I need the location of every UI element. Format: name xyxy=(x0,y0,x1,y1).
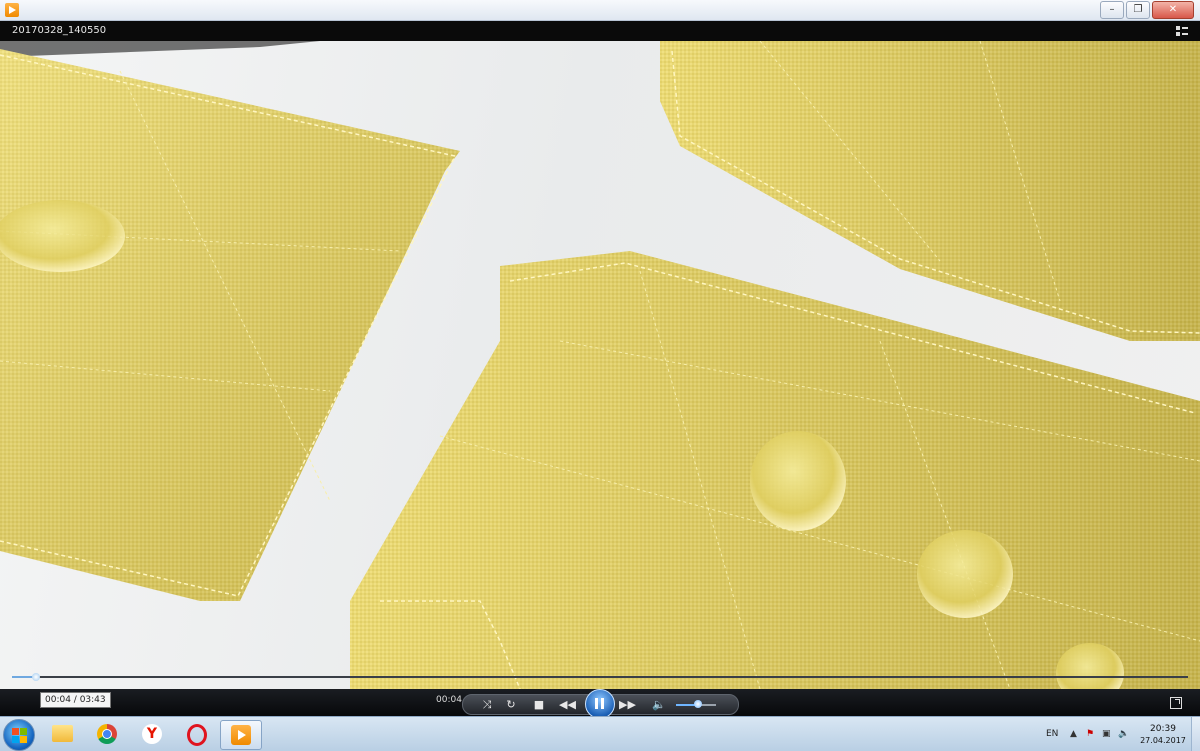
seek-tooltip: 00:04 / 03:43 xyxy=(40,692,111,708)
media-player-icon xyxy=(231,725,251,745)
start-button[interactable] xyxy=(3,719,35,751)
action-center-icon[interactable]: ⚑ xyxy=(1086,730,1095,739)
close-button[interactable]: ✕ xyxy=(1152,1,1194,19)
repeat-icon[interactable]: ↻ xyxy=(503,697,519,712)
opera-icon xyxy=(187,724,207,746)
player-control-bar: 00:04 ⤨ ↻ ■ ◀◀ ▶▶ 🔈 xyxy=(0,689,1200,719)
window-titlebar[interactable]: – ❐ ✕ xyxy=(0,0,1200,21)
tray-expand-icon[interactable]: ▲ xyxy=(1070,730,1079,739)
rewind-button[interactable]: ◀◀ xyxy=(559,697,576,712)
folder-icon xyxy=(52,725,73,742)
media-player-app-icon xyxy=(5,3,19,17)
clock-date: 27.04.2017 xyxy=(1140,736,1186,745)
yandex-browser-icon: Y xyxy=(142,724,162,744)
fast-forward-button[interactable]: ▶▶ xyxy=(619,697,636,712)
clock-time: 20:39 xyxy=(1150,724,1176,734)
network-icon[interactable]: ▣ xyxy=(1102,730,1111,739)
pause-button[interactable] xyxy=(585,689,615,719)
transport-controls: ⤨ ↻ ■ ◀◀ ▶▶ 🔈 xyxy=(462,689,739,719)
switch-to-library-icon[interactable] xyxy=(1176,26,1188,36)
taskbar-media-player[interactable] xyxy=(220,720,262,750)
taskbar-yandex[interactable]: Y xyxy=(132,720,172,748)
volume-thumb[interactable] xyxy=(694,700,702,708)
fullscreen-icon[interactable] xyxy=(1170,697,1182,709)
shuffle-icon[interactable]: ⤨ xyxy=(479,697,495,712)
volume-slider[interactable] xyxy=(676,700,716,708)
stop-button[interactable]: ■ xyxy=(531,697,547,712)
system-clock[interactable]: 20:39 27.04.2017 xyxy=(1138,724,1188,745)
taskbar-chrome[interactable] xyxy=(87,720,127,748)
minimize-button[interactable]: – xyxy=(1100,1,1124,19)
video-frame[interactable] xyxy=(0,41,1200,689)
player-top-bar: 20170328_140550 xyxy=(0,21,1200,41)
seek-bar-thumb[interactable] xyxy=(31,673,40,681)
video-picture xyxy=(0,41,1200,689)
taskbar-opera[interactable] xyxy=(177,720,217,748)
taskbar-explorer[interactable] xyxy=(42,720,82,748)
volume-tray-icon[interactable]: 🔈 xyxy=(1118,730,1129,739)
restore-button[interactable]: ❐ xyxy=(1126,1,1150,19)
language-indicator[interactable]: EN xyxy=(1046,729,1058,739)
mute-icon[interactable]: 🔈 xyxy=(651,697,667,712)
current-time: 00:04 xyxy=(436,695,462,705)
chrome-icon xyxy=(97,724,117,744)
window-controls: – ❐ ✕ xyxy=(1100,1,1194,19)
seek-bar[interactable] xyxy=(12,673,1188,681)
show-desktop-button[interactable] xyxy=(1191,717,1200,751)
taskbar: Y EN ▲ ⚑ ▣ 🔈 20:39 27.04.2017 xyxy=(0,716,1200,751)
video-title: 20170328_140550 xyxy=(12,25,107,36)
